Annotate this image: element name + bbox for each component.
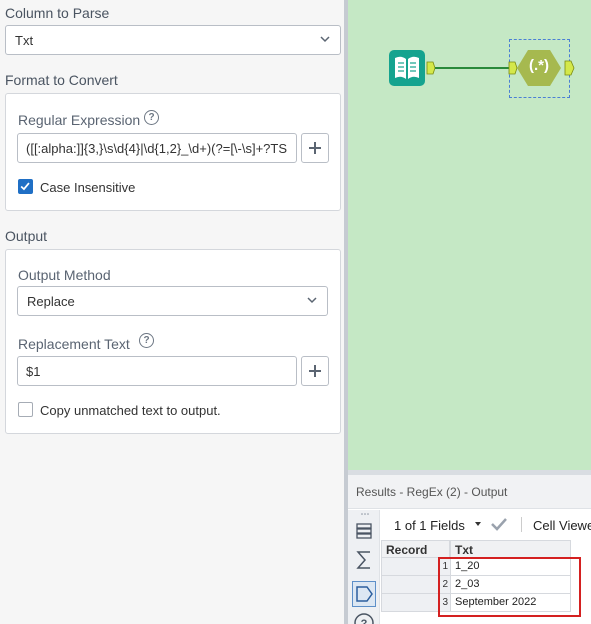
results-toolbar: 1 of 1 Fields Cell Viewe [381,511,591,539]
table-view-button[interactable] [352,518,376,544]
grip-icon [361,513,369,515]
column-header-record[interactable]: Record [381,540,450,558]
results-title-bar: Results - RegEx (2) - Output [348,475,591,509]
chevron-down-icon [307,297,317,304]
format-to-convert-title: Format to Convert [5,72,118,88]
table-row[interactable]: 1 [381,558,450,576]
regex-add-button[interactable] [301,133,329,163]
regex-tool-label: (.*) [529,57,549,74]
book-icon[interactable] [388,49,436,87]
table-row[interactable]: 2 [381,576,450,594]
output-title: Output [5,228,48,244]
replacement-help-icon[interactable]: ? [139,333,154,348]
copy-unmatched-checkbox[interactable] [18,402,33,417]
case-insensitive-checkbox[interactable] [18,179,33,194]
output-card: Output Method Replace Replacement Text ?… [5,249,341,434]
svg-text:?: ? [361,618,368,624]
column-to-parse-title: Column to Parse [5,5,110,21]
checkmark-icon[interactable] [490,516,508,532]
row-number: 2 [442,579,448,590]
help-icon: ? [354,613,374,624]
metadata-view-button[interactable] [352,547,376,573]
output-method-label: Output Method [18,267,111,283]
row-number: 3 [442,597,448,608]
regex-input[interactable]: ([[:alpha:]]{3,}\s\d{4}|\d{1,2}_\d+)(?=[… [17,133,297,163]
case-insensitive-label: Case Insensitive [40,180,136,195]
help-button[interactable]: ? [352,610,376,624]
fields-dropdown[interactable]: 1 of 1 Fields [394,518,465,533]
configuration-panel: Column to Parse Txt Format to Convert Re… [0,0,346,624]
chevron-down-icon [320,36,330,43]
table-cell[interactable]: September 2022 [450,594,571,612]
replacement-add-button[interactable] [301,356,329,386]
format-card: Regular Expression ? ([[:alpha:]]{3,}\s\… [5,93,341,211]
table-icon [356,523,372,539]
output-method-value: Replace [27,294,75,309]
results-sidebar: ? [348,510,380,624]
results-title: Results - RegEx (2) - Output [356,485,508,499]
column-to-parse-dropdown[interactable]: Txt [5,25,341,55]
regex-help-icon[interactable]: ? [144,110,159,125]
output-method-dropdown[interactable]: Replace [17,286,328,316]
regex-label: Regular Expression [18,112,141,128]
sigma-icon [356,551,370,569]
workflow-canvas[interactable]: (.*) [348,0,591,470]
column-header-txt[interactable]: Txt [450,540,571,558]
toolbar-divider [521,517,522,532]
results-panel: Results - RegEx (2) - Output ? 1 of 1 Fi… [348,470,591,624]
regex-value: ([[:alpha:]]{3,}\s\d{4}|\d{1,2}_\d+)(?=[… [26,141,288,156]
replacement-text-label: Replacement Text [18,336,130,352]
row-number: 1 [442,561,448,572]
replacement-text-input[interactable]: $1 [17,356,297,386]
table-cell[interactable]: 2_03 [450,576,571,594]
data-view-button[interactable] [352,581,376,607]
tag-icon [356,586,373,602]
checkmark-icon [20,182,30,191]
replacement-text-value: $1 [26,364,41,379]
connection-line[interactable] [435,66,515,70]
cell-viewer-button[interactable]: Cell Viewe [533,518,591,533]
copy-unmatched-label: Copy unmatched text to output. [40,403,221,418]
caret-down-icon[interactable] [474,520,482,528]
table-cell[interactable]: 1_20 [450,558,571,576]
column-to-parse-value: Txt [15,33,34,48]
table-row[interactable]: 3 [381,594,450,612]
